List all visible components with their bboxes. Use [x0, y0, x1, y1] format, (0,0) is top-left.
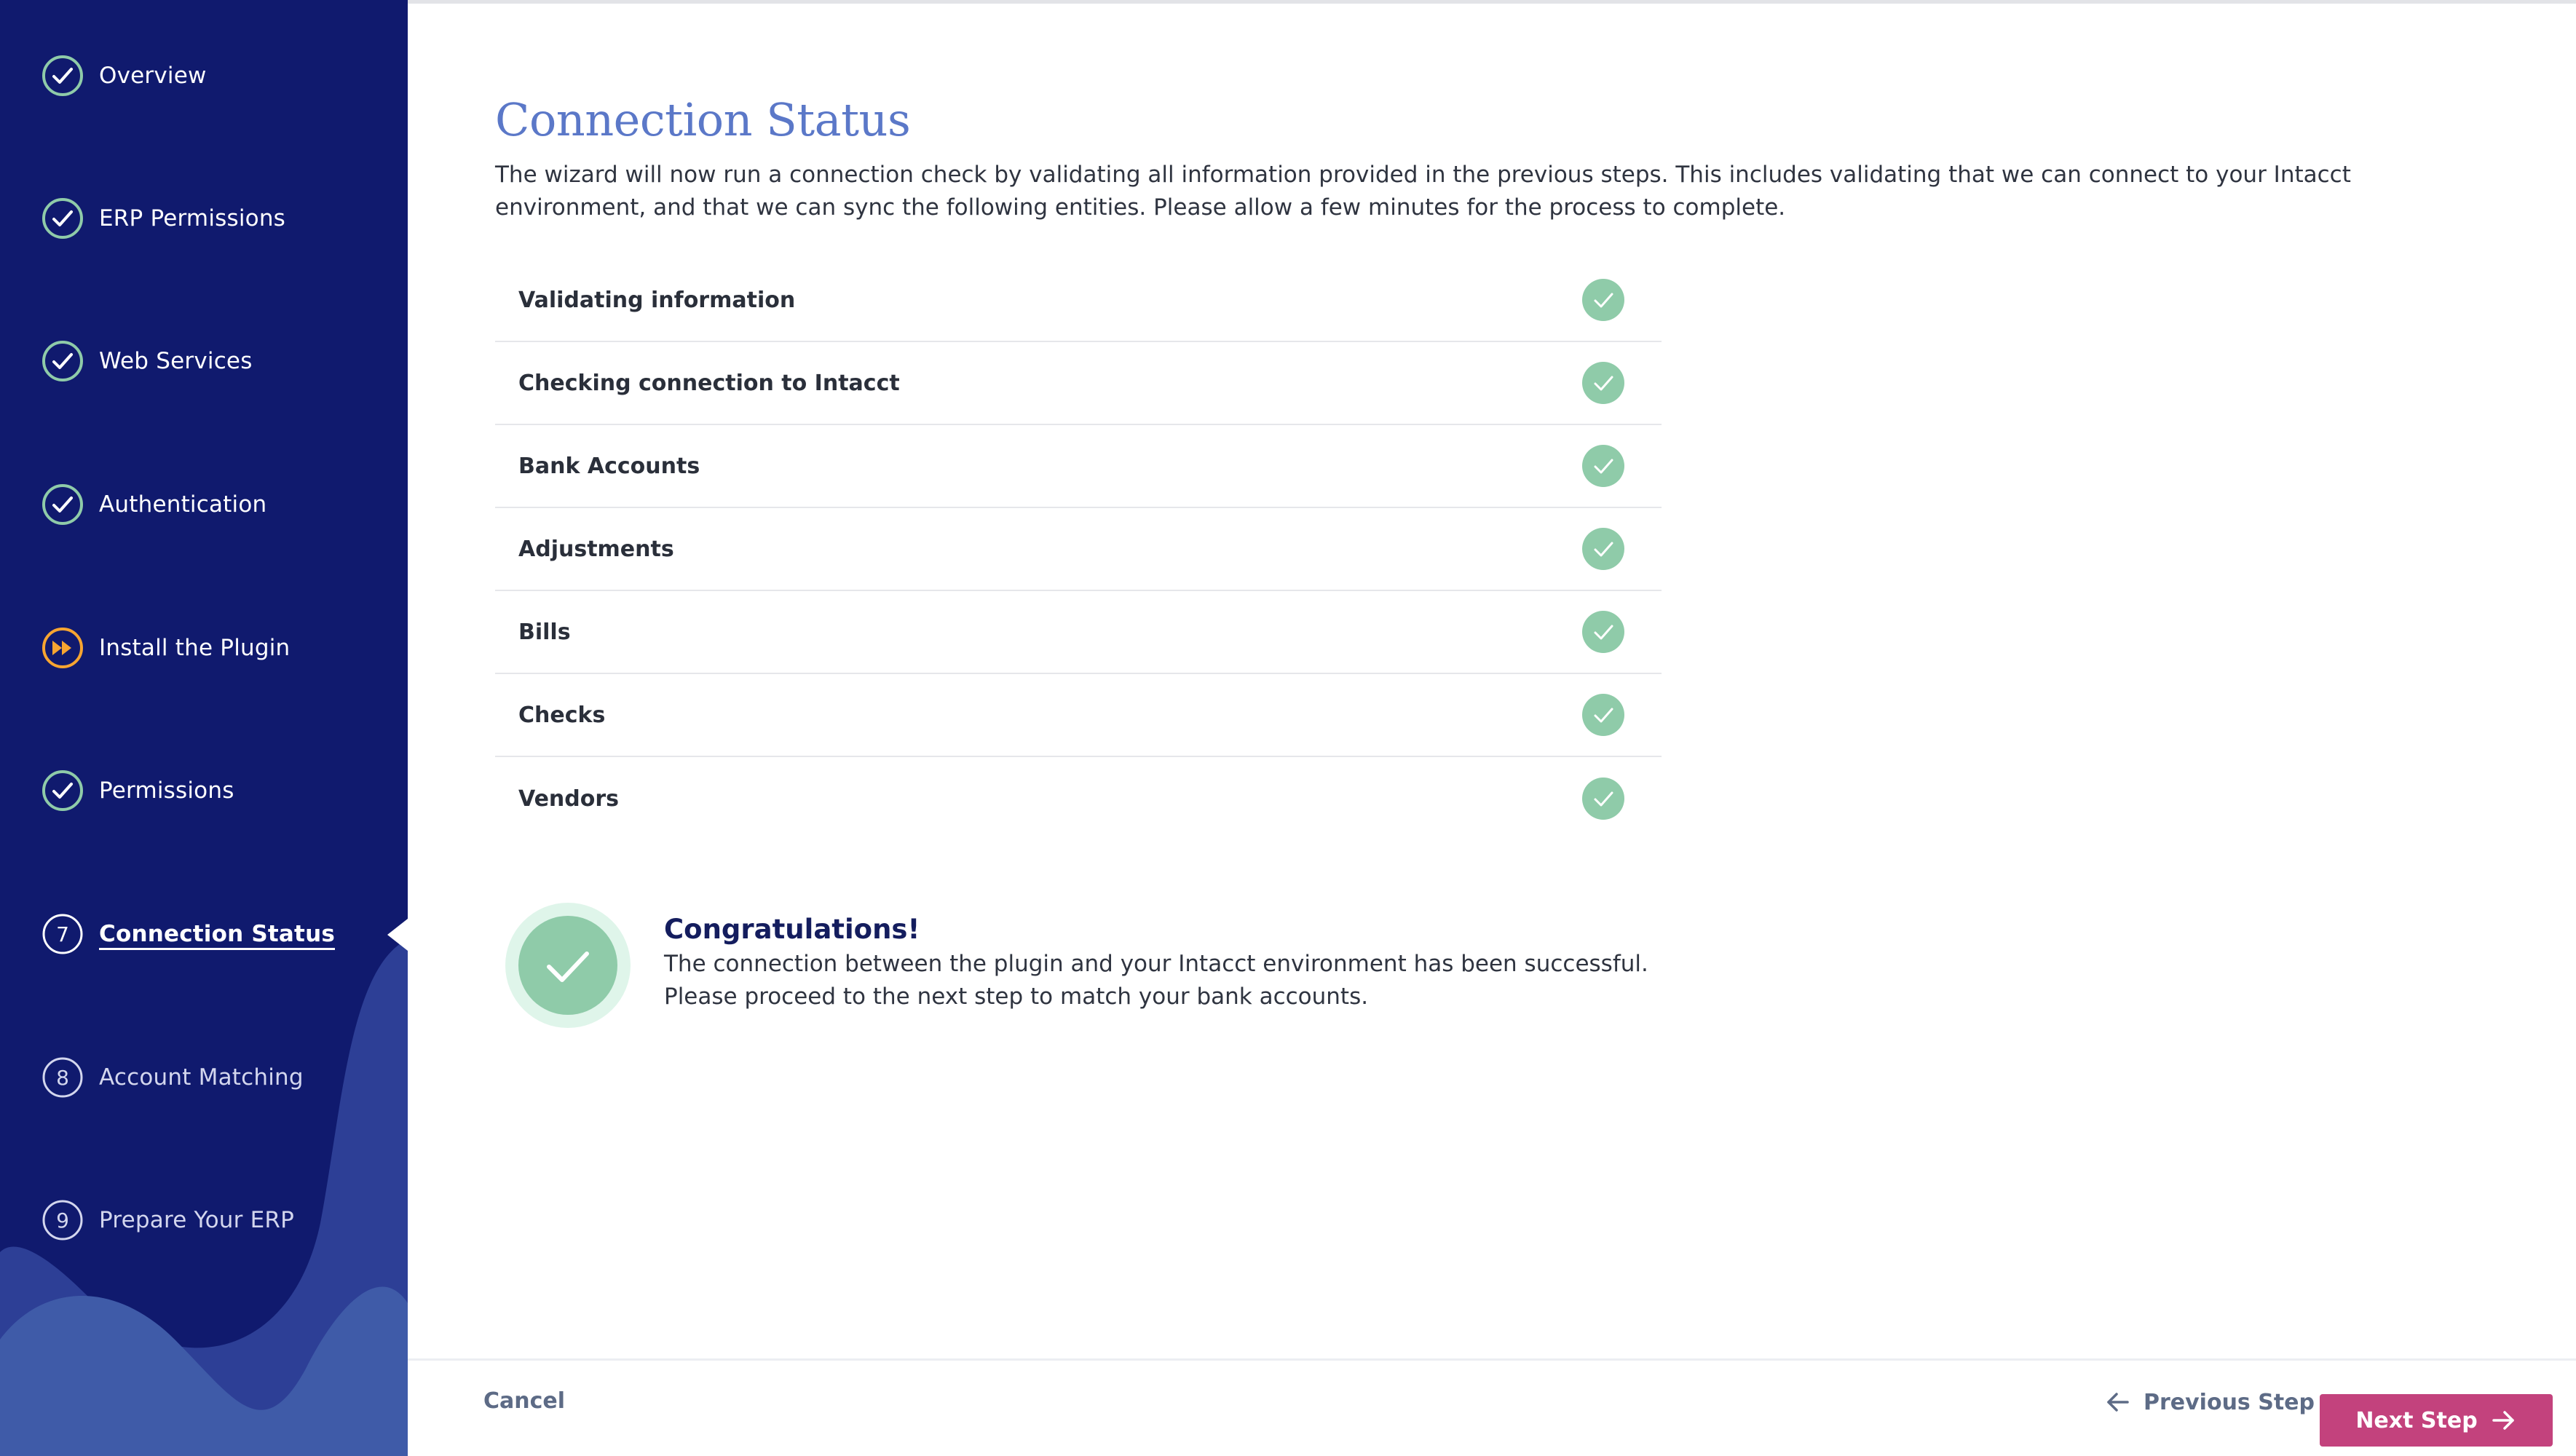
sidebar-step-erp-permissions[interactable]: ERP Permissions	[41, 195, 285, 242]
sidebar-step-account-matching[interactable]: 8 Account Matching	[41, 1054, 304, 1101]
step-number-badge: 9	[41, 1198, 84, 1242]
check-row: Validating information	[495, 259, 1662, 342]
active-step-notch	[387, 919, 408, 951]
step-number: 9	[56, 1208, 69, 1233]
sidebar-step-connection-status[interactable]: 7 Connection Status	[41, 911, 335, 957]
check-row: Checking connection to Intacct	[495, 342, 1662, 425]
sidebar-step-web-services[interactable]: Web Services	[41, 338, 253, 384]
wizard-footer: Cancel Previous Step Next Step	[408, 1358, 2576, 1456]
sidebar-step-label: Overview	[99, 63, 207, 89]
connection-wizard: Overview ERP Permissions Web Services Au…	[0, 0, 2576, 1456]
success-text: Congratulations! The connection between …	[664, 911, 1648, 1013]
wizard-sidebar: Overview ERP Permissions Web Services Au…	[0, 0, 408, 1456]
success-check-icon	[1581, 777, 1625, 820]
arrow-right-icon	[2492, 1411, 2514, 1430]
check-label: Bank Accounts	[518, 453, 700, 479]
check-row: Adjustments	[495, 508, 1662, 591]
step-number-badge: 7	[41, 912, 84, 956]
page-title: Connection Status	[495, 93, 911, 146]
sidebar-step-permissions[interactable]: Permissions	[41, 767, 234, 814]
sidebar-step-label: Prepare Your ERP	[99, 1207, 295, 1233]
check-row: Bank Accounts	[495, 425, 1662, 508]
check-circle-icon	[41, 483, 84, 526]
step-number: 7	[56, 922, 69, 946]
sidebar-step-install-the-plugin[interactable]: Install the Plugin	[41, 625, 290, 671]
check-label: Adjustments	[518, 536, 674, 562]
main-content: Connection Status The wizard will now ru…	[495, 87, 2505, 224]
sidebar-step-label: Authentication	[99, 491, 267, 518]
check-row: Vendors	[495, 757, 1662, 840]
sidebar-step-label: Web Services	[99, 348, 253, 374]
success-line: Please proceed to the next step to match…	[664, 984, 1369, 1010]
success-message: Congratulations! The connection between …	[504, 901, 1648, 1029]
page-description: The wizard will now run a connection che…	[495, 162, 2351, 221]
check-circle-icon	[41, 54, 84, 98]
sidebar-step-label: Install the Plugin	[99, 635, 291, 661]
connection-checks-list: Validating information Checking connecti…	[495, 259, 1662, 840]
check-label: Validating information	[518, 287, 796, 313]
check-row: Bills	[495, 591, 1662, 674]
check-label: Checks	[518, 702, 606, 728]
step-number: 8	[56, 1066, 69, 1090]
check-circle-icon	[41, 769, 84, 812]
sidebar-step-label: Connection Status	[99, 921, 335, 947]
check-label: Checking connection to Intacct	[518, 370, 900, 396]
check-label: Bills	[518, 619, 571, 645]
top-divider	[408, 0, 2576, 4]
check-row: Checks	[495, 674, 1662, 757]
sidebar-step-overview[interactable]: Overview	[41, 52, 207, 99]
check-label: Vendors	[518, 786, 620, 812]
step-number-badge: 8	[41, 1056, 84, 1099]
success-title: Congratulations!	[664, 914, 920, 945]
sidebar-step-authentication[interactable]: Authentication	[41, 481, 266, 528]
success-check-icon	[1581, 527, 1625, 571]
success-check-icon	[1581, 278, 1625, 322]
check-circle-icon	[41, 339, 84, 383]
success-check-icon	[1581, 693, 1625, 737]
success-check-icon	[1581, 361, 1625, 405]
cancel-button[interactable]: Cancel	[483, 1388, 565, 1414]
arrow-left-icon	[2107, 1393, 2129, 1412]
fast-forward-icon	[41, 626, 84, 670]
next-step-label: Next Step	[2355, 1407, 2478, 1433]
sidebar-step-label: Permissions	[99, 778, 234, 804]
previous-step-button[interactable]: Previous Step	[2104, 1388, 2315, 1416]
sidebar-step-prepare-your-erp[interactable]: 9 Prepare Your ERP	[41, 1197, 294, 1243]
sidebar-step-label: Account Matching	[99, 1064, 304, 1091]
next-step-button[interactable]: Next Step	[2320, 1394, 2553, 1447]
success-check-icon	[1581, 444, 1625, 488]
previous-step-label: Previous Step	[2144, 1389, 2315, 1415]
success-line: The connection between the plugin and yo…	[664, 951, 1648, 977]
success-check-icon	[1581, 610, 1625, 654]
check-circle-icon	[41, 197, 84, 240]
success-badge-icon	[504, 901, 632, 1029]
sidebar-step-label: ERP Permissions	[99, 205, 286, 232]
